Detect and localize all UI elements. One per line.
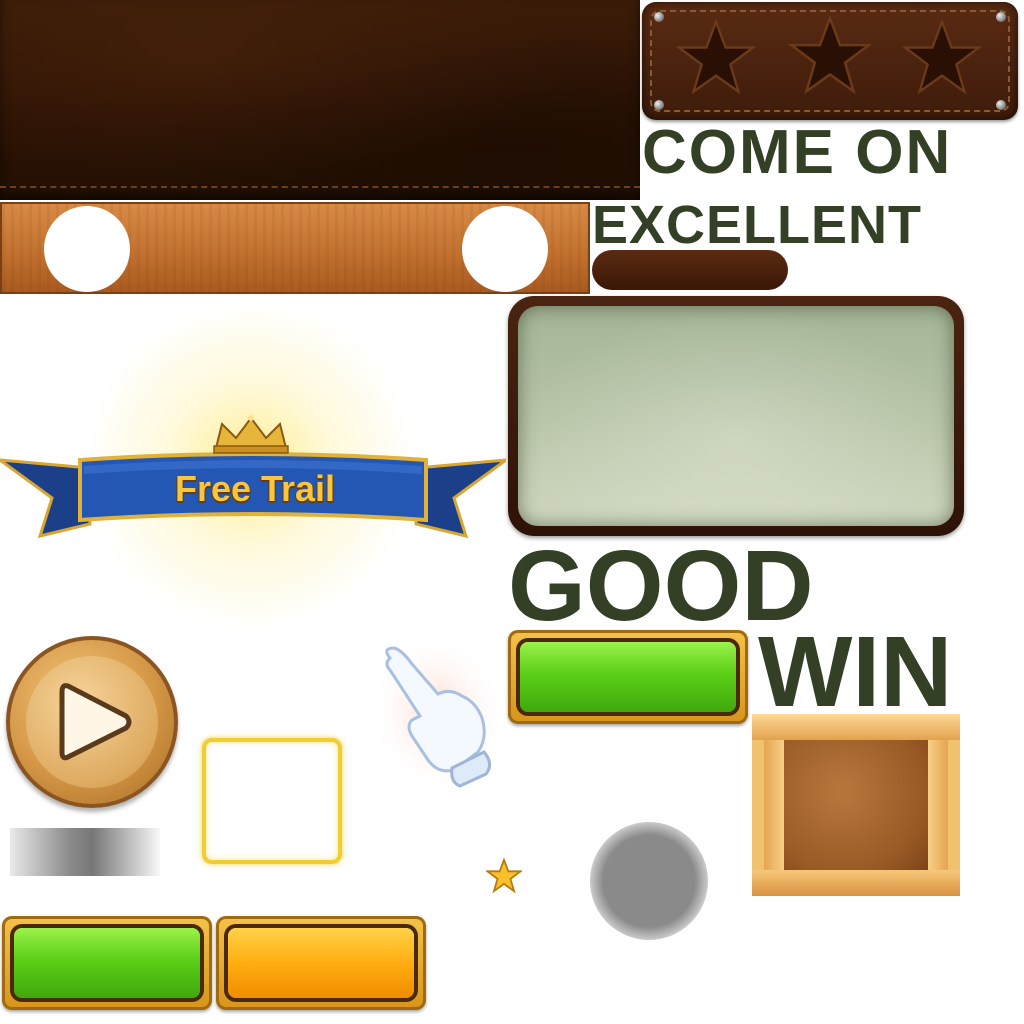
play-button[interactable] (6, 636, 178, 808)
orange-button[interactable] (216, 916, 426, 1010)
rivet (654, 100, 664, 110)
wood-bar (0, 202, 590, 294)
come-on-label: COME ON (642, 118, 953, 187)
leather-stitch (0, 186, 640, 188)
leather-panel (0, 0, 640, 200)
pointing-hand-icon (372, 640, 502, 795)
wooden-crate (752, 714, 960, 896)
star-slot-3-icon (902, 18, 982, 98)
green-button[interactable] (2, 916, 212, 1010)
rivet (996, 12, 1006, 22)
highlight-frame[interactable] (202, 738, 342, 864)
star-rating-board (642, 2, 1018, 120)
green-button-wide[interactable] (508, 630, 748, 724)
crate-post-left (764, 734, 784, 876)
wood-hole-left (44, 206, 130, 292)
wood-hole-right (462, 206, 548, 292)
crate-rail-bottom (752, 870, 960, 896)
crate-inside (784, 740, 928, 870)
brown-pill-bar (592, 250, 788, 290)
free-trail-label: Free Trail (174, 468, 336, 509)
screen-panel (518, 306, 954, 526)
star-slot-1-icon (676, 18, 756, 98)
crown-icon (206, 414, 296, 459)
grey-gradient-strip (10, 828, 160, 876)
rivet (654, 12, 664, 22)
excellent-label: EXCELLENT (592, 195, 923, 255)
grey-circle-shadow (590, 822, 708, 940)
win-label: WIN (758, 616, 953, 728)
crate-post-right (928, 734, 948, 876)
crate-rail-top (752, 714, 960, 740)
play-icon (58, 680, 134, 769)
star-slot-2-icon (788, 14, 872, 98)
green-button-face (520, 642, 736, 712)
green-button-face (14, 928, 200, 998)
star-icon (484, 857, 524, 899)
rivet (996, 100, 1006, 110)
orange-button-face (228, 928, 414, 998)
